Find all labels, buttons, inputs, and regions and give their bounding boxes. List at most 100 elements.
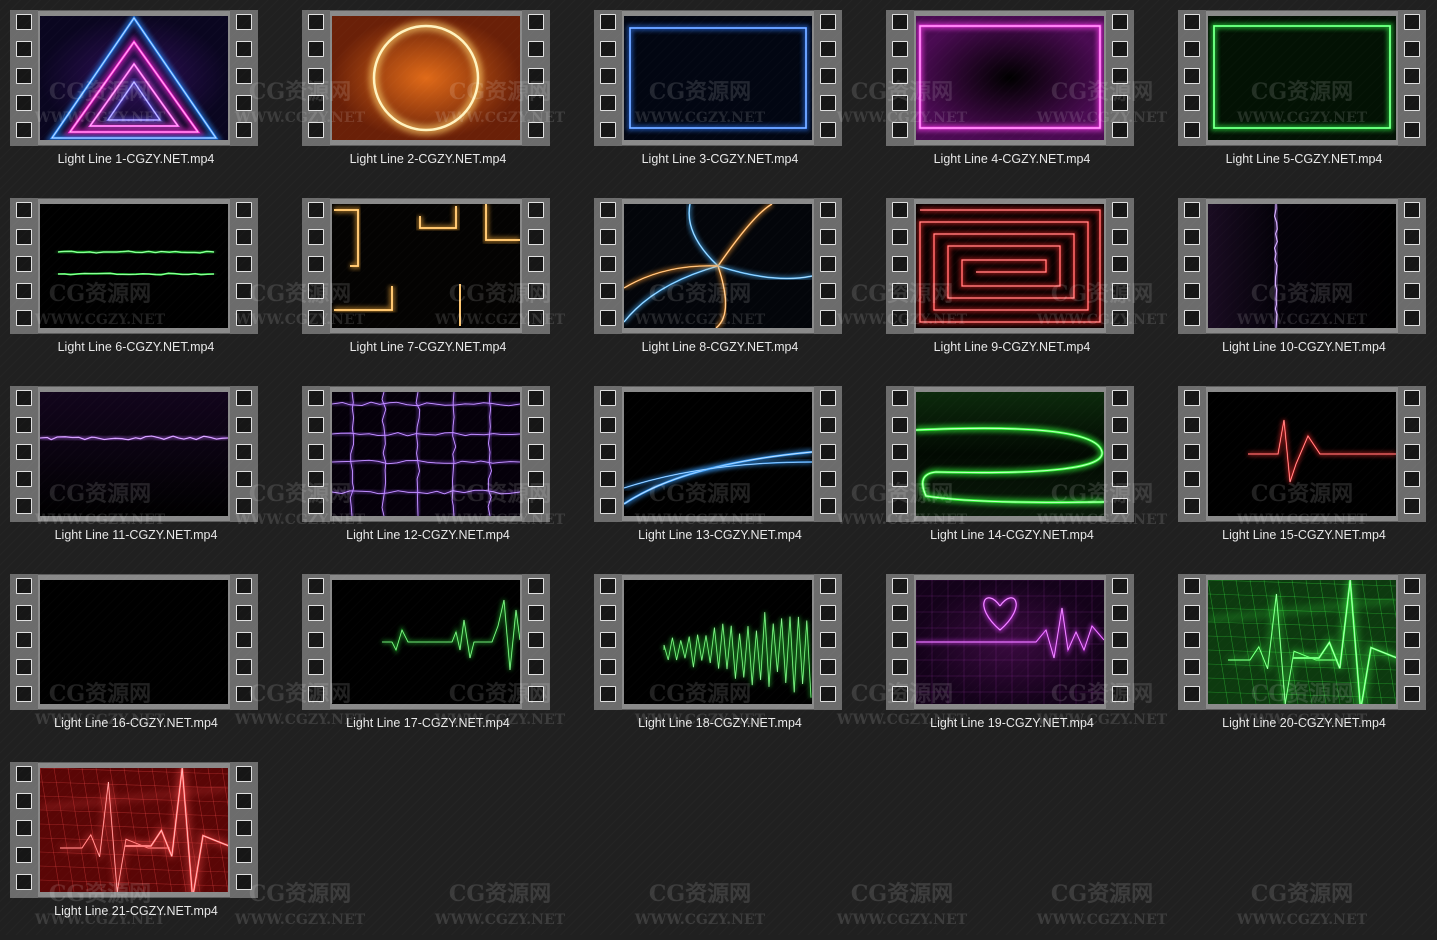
thumbnail-frame [40, 768, 228, 892]
file-name-label[interactable]: Light Line 2-CGZY.NET.mp4 [292, 152, 564, 166]
file-item[interactable]: Light Line 13-CGZY.NET.mp4 [584, 376, 876, 564]
file-item[interactable]: Light Line 9-CGZY.NET.mp4 [876, 188, 1168, 376]
file-name-label[interactable]: Light Line 19-CGZY.NET.mp4 [876, 716, 1148, 730]
file-name-label[interactable]: Light Line 16-CGZY.NET.mp4 [0, 716, 272, 730]
file-item[interactable]: Light Line 19-CGZY.NET.mp4 [876, 564, 1168, 752]
file-item[interactable]: Light Line 4-CGZY.NET.mp4 [876, 0, 1168, 188]
file-item[interactable]: Light Line 7-CGZY.NET.mp4 [292, 188, 584, 376]
file-name-label[interactable]: Light Line 12-CGZY.NET.mp4 [292, 528, 564, 542]
file-item[interactable]: Light Line 10-CGZY.NET.mp4 [1168, 188, 1437, 376]
film-strip-right [1106, 386, 1134, 522]
file-item[interactable]: Light Line 17-CGZY.NET.mp4 [292, 564, 584, 752]
file-item[interactable]: Light Line 3-CGZY.NET.mp4 [584, 0, 876, 188]
file-name-label[interactable]: Light Line 20-CGZY.NET.mp4 [1168, 716, 1437, 730]
video-thumbnail[interactable] [1178, 386, 1426, 522]
file-item[interactable]: Light Line 2-CGZY.NET.mp4 [292, 0, 584, 188]
video-thumbnail[interactable] [886, 574, 1134, 710]
video-thumbnail[interactable] [1178, 198, 1426, 334]
video-thumbnail[interactable] [594, 10, 842, 146]
film-sprocket-hole [1112, 68, 1128, 84]
film-sprocket-hole [820, 686, 836, 702]
file-item[interactable]: Light Line 8-CGZY.NET.mp4 [584, 188, 876, 376]
film-strip-left [302, 574, 330, 710]
file-item[interactable]: Light Line 14-CGZY.NET.mp4 [876, 376, 1168, 564]
film-sprocket-hole [236, 793, 252, 809]
video-thumbnail[interactable] [302, 10, 550, 146]
file-item[interactable]: Light Line 18-CGZY.NET.mp4 [584, 564, 876, 752]
file-name-label[interactable]: Light Line 14-CGZY.NET.mp4 [876, 528, 1148, 542]
film-sprocket-hole [820, 659, 836, 675]
film-sprocket-hole [16, 632, 32, 648]
thumbnail-frame [332, 204, 520, 328]
video-thumbnail[interactable] [886, 198, 1134, 334]
file-name-label[interactable]: Light Line 7-CGZY.NET.mp4 [292, 340, 564, 354]
video-thumbnail[interactable] [302, 386, 550, 522]
video-thumbnail[interactable] [10, 574, 258, 710]
film-sprocket-hole [16, 41, 32, 57]
file-name-label[interactable]: Light Line 3-CGZY.NET.mp4 [584, 152, 856, 166]
file-item[interactable]: Light Line 11-CGZY.NET.mp4 [0, 376, 292, 564]
file-item[interactable]: Light Line 6-CGZY.NET.mp4 [0, 188, 292, 376]
film-sprocket-hole [1184, 471, 1200, 487]
video-thumbnail[interactable] [10, 198, 258, 334]
video-thumbnail[interactable] [1178, 574, 1426, 710]
film-sprocket-hole [528, 659, 544, 675]
film-sprocket-hole [308, 444, 324, 460]
film-sprocket-hole [528, 14, 544, 30]
file-name-label[interactable]: Light Line 21-CGZY.NET.mp4 [0, 904, 272, 918]
file-name-label[interactable]: Light Line 4-CGZY.NET.mp4 [876, 152, 1148, 166]
file-name-label[interactable]: Light Line 18-CGZY.NET.mp4 [584, 716, 856, 730]
video-thumbnail[interactable] [302, 574, 550, 710]
file-name-label[interactable]: Light Line 17-CGZY.NET.mp4 [292, 716, 564, 730]
file-item[interactable]: Light Line 16-CGZY.NET.mp4 [0, 564, 292, 752]
video-thumbnail[interactable] [886, 386, 1134, 522]
thumbnail-frame [40, 16, 228, 140]
file-name-label[interactable]: Light Line 10-CGZY.NET.mp4 [1168, 340, 1437, 354]
thumbnail-frame [40, 204, 228, 328]
video-thumbnail[interactable] [10, 762, 258, 898]
video-thumbnail[interactable] [302, 198, 550, 334]
file-name-label[interactable]: Light Line 11-CGZY.NET.mp4 [0, 528, 272, 542]
film-sprocket-hole [236, 122, 252, 138]
file-item[interactable]: Light Line 21-CGZY.NET.mp4 [0, 752, 292, 940]
file-name-label[interactable]: Light Line 8-CGZY.NET.mp4 [584, 340, 856, 354]
video-thumbnail[interactable] [886, 10, 1134, 146]
file-item[interactable]: Light Line 1-CGZY.NET.mp4 [0, 0, 292, 188]
file-item[interactable]: Light Line 20-CGZY.NET.mp4 [1168, 564, 1437, 752]
file-name-label[interactable]: Light Line 13-CGZY.NET.mp4 [584, 528, 856, 542]
film-sprocket-hole [1404, 41, 1420, 57]
thumbnail-image [916, 204, 1104, 328]
film-strip-right [814, 386, 842, 522]
file-item[interactable]: Light Line 15-CGZY.NET.mp4 [1168, 376, 1437, 564]
file-name-label[interactable]: Light Line 1-CGZY.NET.mp4 [0, 152, 272, 166]
video-thumbnail[interactable] [594, 386, 842, 522]
film-sprocket-hole [308, 256, 324, 272]
film-sprocket-hole [820, 632, 836, 648]
film-sprocket-hole [892, 68, 908, 84]
film-sprocket-hole [1112, 578, 1128, 594]
film-sprocket-hole [1184, 283, 1200, 299]
thumbnail-frame [332, 392, 520, 516]
film-sprocket-hole [1184, 498, 1200, 514]
file-name-label[interactable]: Light Line 15-CGZY.NET.mp4 [1168, 528, 1437, 542]
film-sprocket-hole [600, 444, 616, 460]
video-thumbnail[interactable] [594, 198, 842, 334]
file-item[interactable]: Light Line 5-CGZY.NET.mp4 [1168, 0, 1437, 188]
video-thumbnail[interactable] [1178, 10, 1426, 146]
video-thumbnail[interactable] [594, 574, 842, 710]
file-name-label[interactable]: Light Line 6-CGZY.NET.mp4 [0, 340, 272, 354]
film-sprocket-hole [600, 417, 616, 433]
video-thumbnail[interactable] [10, 386, 258, 522]
file-name-label[interactable]: Light Line 5-CGZY.NET.mp4 [1168, 152, 1437, 166]
film-sprocket-hole [308, 659, 324, 675]
thumbnail-frame [40, 392, 228, 516]
file-item[interactable]: Light Line 12-CGZY.NET.mp4 [292, 376, 584, 564]
film-strip-left [10, 10, 38, 146]
film-sprocket-hole [600, 390, 616, 406]
thumbnail-image [40, 16, 228, 140]
thumbnail-frame [1208, 580, 1396, 704]
file-name-label[interactable]: Light Line 9-CGZY.NET.mp4 [876, 340, 1148, 354]
film-sprocket-hole [16, 14, 32, 30]
film-sprocket-hole [1404, 68, 1420, 84]
video-thumbnail[interactable] [10, 10, 258, 146]
